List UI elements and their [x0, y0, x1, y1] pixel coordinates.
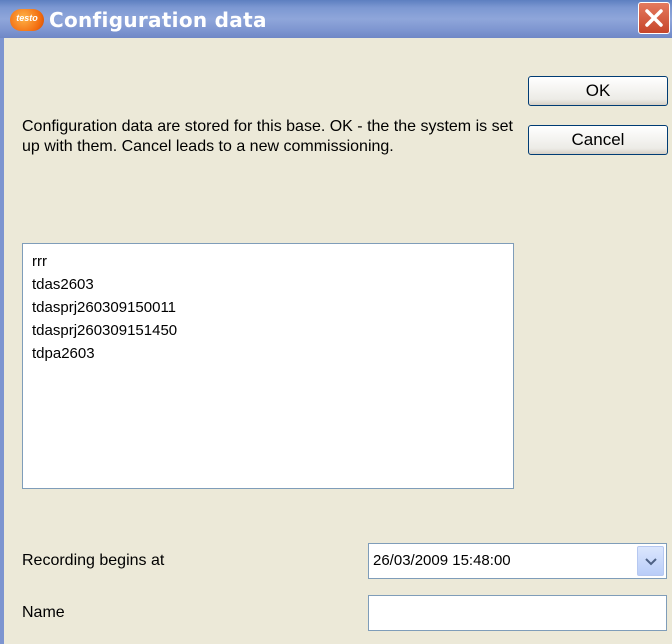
list-item[interactable]: tdas2603	[32, 273, 504, 296]
info-message: Configuration data are stored for this b…	[22, 118, 513, 155]
window-title: Configuration data	[49, 8, 267, 32]
recording-begins-value: 26/03/2009 15:48:00	[373, 552, 511, 569]
title-bar: testo Configuration data	[0, 0, 672, 38]
list-item[interactable]: tdasprj260309150011	[32, 296, 504, 319]
testo-logo-icon: testo	[10, 9, 44, 31]
dropdown-button[interactable]	[637, 546, 664, 576]
name-field[interactable]	[368, 595, 667, 631]
recording-begins-dropdown[interactable]: 26/03/2009 15:48:00	[368, 543, 667, 579]
list-item[interactable]: rrr	[32, 250, 504, 273]
list-item[interactable]: tdpa2603	[32, 342, 504, 365]
configuration-list[interactable]: rrr tdas2603 tdasprj260309150011 tdasprj…	[22, 243, 514, 489]
chevron-down-icon	[645, 558, 657, 566]
cancel-button[interactable]: Cancel	[528, 125, 668, 155]
close-icon	[645, 9, 663, 27]
close-button[interactable]	[638, 2, 670, 34]
ok-button[interactable]: OK	[528, 76, 668, 106]
name-label: Name	[22, 604, 65, 621]
recording-begins-label: Recording begins at	[22, 552, 165, 569]
window-border	[0, 38, 4, 644]
list-item[interactable]: tdasprj260309151450	[32, 319, 504, 342]
logo-text: testo	[16, 13, 38, 23]
